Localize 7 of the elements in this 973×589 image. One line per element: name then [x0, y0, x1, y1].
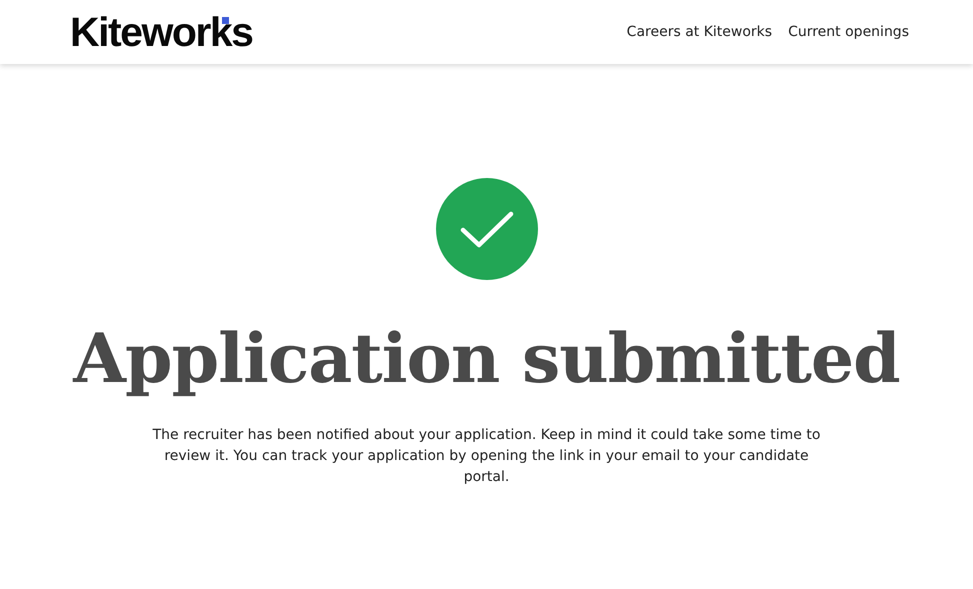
square-icon: [222, 16, 229, 24]
checkmark-icon: [436, 178, 538, 280]
nav-link[interactable]: Current openings: [788, 24, 909, 40]
confirmation-message: The recruiter has been notified about your application. Keep in mind it could take some time to review it. You can track your application by opening the link in your email to your candidate portal.: [152, 426, 822, 487]
logo[interactable]: Kiteworks: [70, 12, 252, 52]
page-title: Application submitted: [73, 322, 900, 397]
nav-link[interactable]: Careers at Kiteworks: [626, 24, 772, 40]
